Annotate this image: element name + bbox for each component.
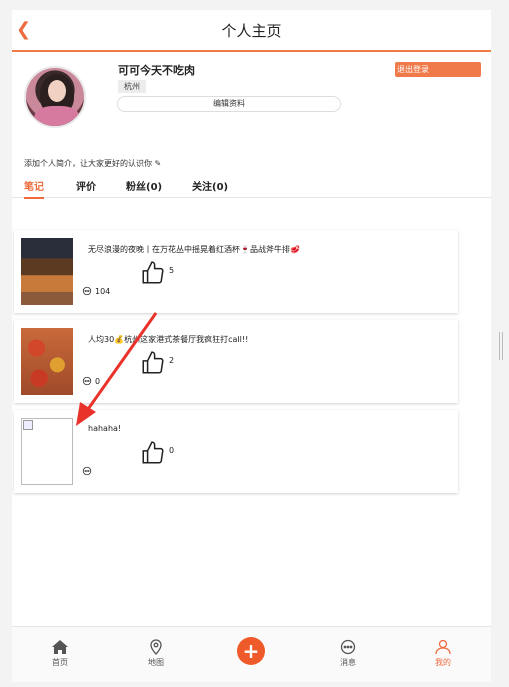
note-card[interactable]: 无尽浪漫的夜晚丨在万花丛中摇晃着红酒杯🍷品战斧牛排🥩 5 104 xyxy=(14,230,458,313)
plus-icon[interactable]: + xyxy=(237,637,265,665)
profile-tabs: 笔记 评价 粉丝(0) 关注(0) xyxy=(12,172,491,199)
nav-messages-label: 消息 xyxy=(340,658,356,667)
note-thumbnail[interactable] xyxy=(21,418,73,485)
note-thumbnail[interactable] xyxy=(21,328,73,395)
comment-icon[interactable] xyxy=(82,286,92,296)
avatar-face xyxy=(48,80,66,102)
note-card[interactable]: 人均30💰杭州这家港式茶餐厅我疯狂打call!! 2 0 xyxy=(14,320,458,403)
comment-count: 0 xyxy=(95,377,101,386)
avatar-body xyxy=(34,106,80,126)
map-pin-icon xyxy=(150,639,162,655)
home-icon xyxy=(52,640,68,654)
note-title[interactable]: hahaha! xyxy=(88,424,121,433)
app-window: ❮ 个人主页 可可今天不吃肉 杭州 编辑资料 退出登录 添加个人简介，让大家更好… xyxy=(12,10,491,682)
top-bar: ❮ 个人主页 xyxy=(12,10,491,52)
nav-map[interactable]: 地图 xyxy=(136,639,176,668)
comment-count: 104 xyxy=(95,287,111,296)
nav-messages[interactable]: 消息 xyxy=(328,639,368,668)
like-count: 5 xyxy=(169,266,175,275)
comment-icon[interactable] xyxy=(82,376,92,386)
note-thumbnail[interactable] xyxy=(21,238,73,305)
bio-prompt[interactable]: 添加个人简介，让大家更好的认识你 ✎ xyxy=(24,158,161,169)
bottom-nav: 首页 地图 + 消息 我的 xyxy=(12,626,491,682)
like-count: 0 xyxy=(169,446,175,455)
tab-notes[interactable]: 笔记 xyxy=(24,178,44,199)
nav-map-label: 地图 xyxy=(148,658,164,667)
tab-reviews[interactable]: 评价 xyxy=(76,178,96,193)
thumbs-up-icon[interactable] xyxy=(140,440,166,466)
edit-profile-button[interactable]: 编辑资料 xyxy=(117,96,341,112)
avatar[interactable] xyxy=(24,66,86,128)
comment-icon[interactable] xyxy=(82,466,92,476)
note-title[interactable]: 人均30💰杭州这家港式茶餐厅我疯狂打call!! xyxy=(88,334,248,345)
logout-button[interactable]: 退出登录 xyxy=(395,62,481,77)
thumbs-up-icon[interactable] xyxy=(140,350,166,376)
thumbs-up-icon[interactable] xyxy=(140,260,166,286)
tab-following[interactable]: 关注(0) xyxy=(192,178,228,193)
user-icon xyxy=(435,639,451,655)
profile-section: 可可今天不吃肉 杭州 编辑资料 退出登录 添加个人简介，让大家更好的认识你 ✎ xyxy=(12,52,491,172)
city-badge: 杭州 xyxy=(118,80,146,93)
resize-handle[interactable] xyxy=(499,332,505,360)
nav-me[interactable]: 我的 xyxy=(423,639,463,668)
nav-home-label: 首页 xyxy=(52,658,68,667)
tab-followers[interactable]: 粉丝(0) xyxy=(126,178,162,193)
nav-home[interactable]: 首页 xyxy=(40,639,80,668)
page-title: 个人主页 xyxy=(221,21,282,40)
broken-image-icon xyxy=(23,420,33,430)
username: 可可今天不吃肉 xyxy=(118,64,195,77)
note-title[interactable]: 无尽浪漫的夜晚丨在万花丛中摇晃着红酒杯🍷品战斧牛排🥩 xyxy=(88,244,300,255)
message-icon xyxy=(340,639,356,655)
chevron-left-icon[interactable]: ❮ xyxy=(16,20,32,40)
note-card[interactable]: hahaha! 0 xyxy=(14,410,458,493)
like-count: 2 xyxy=(169,356,175,365)
nav-me-label: 我的 xyxy=(435,658,451,667)
